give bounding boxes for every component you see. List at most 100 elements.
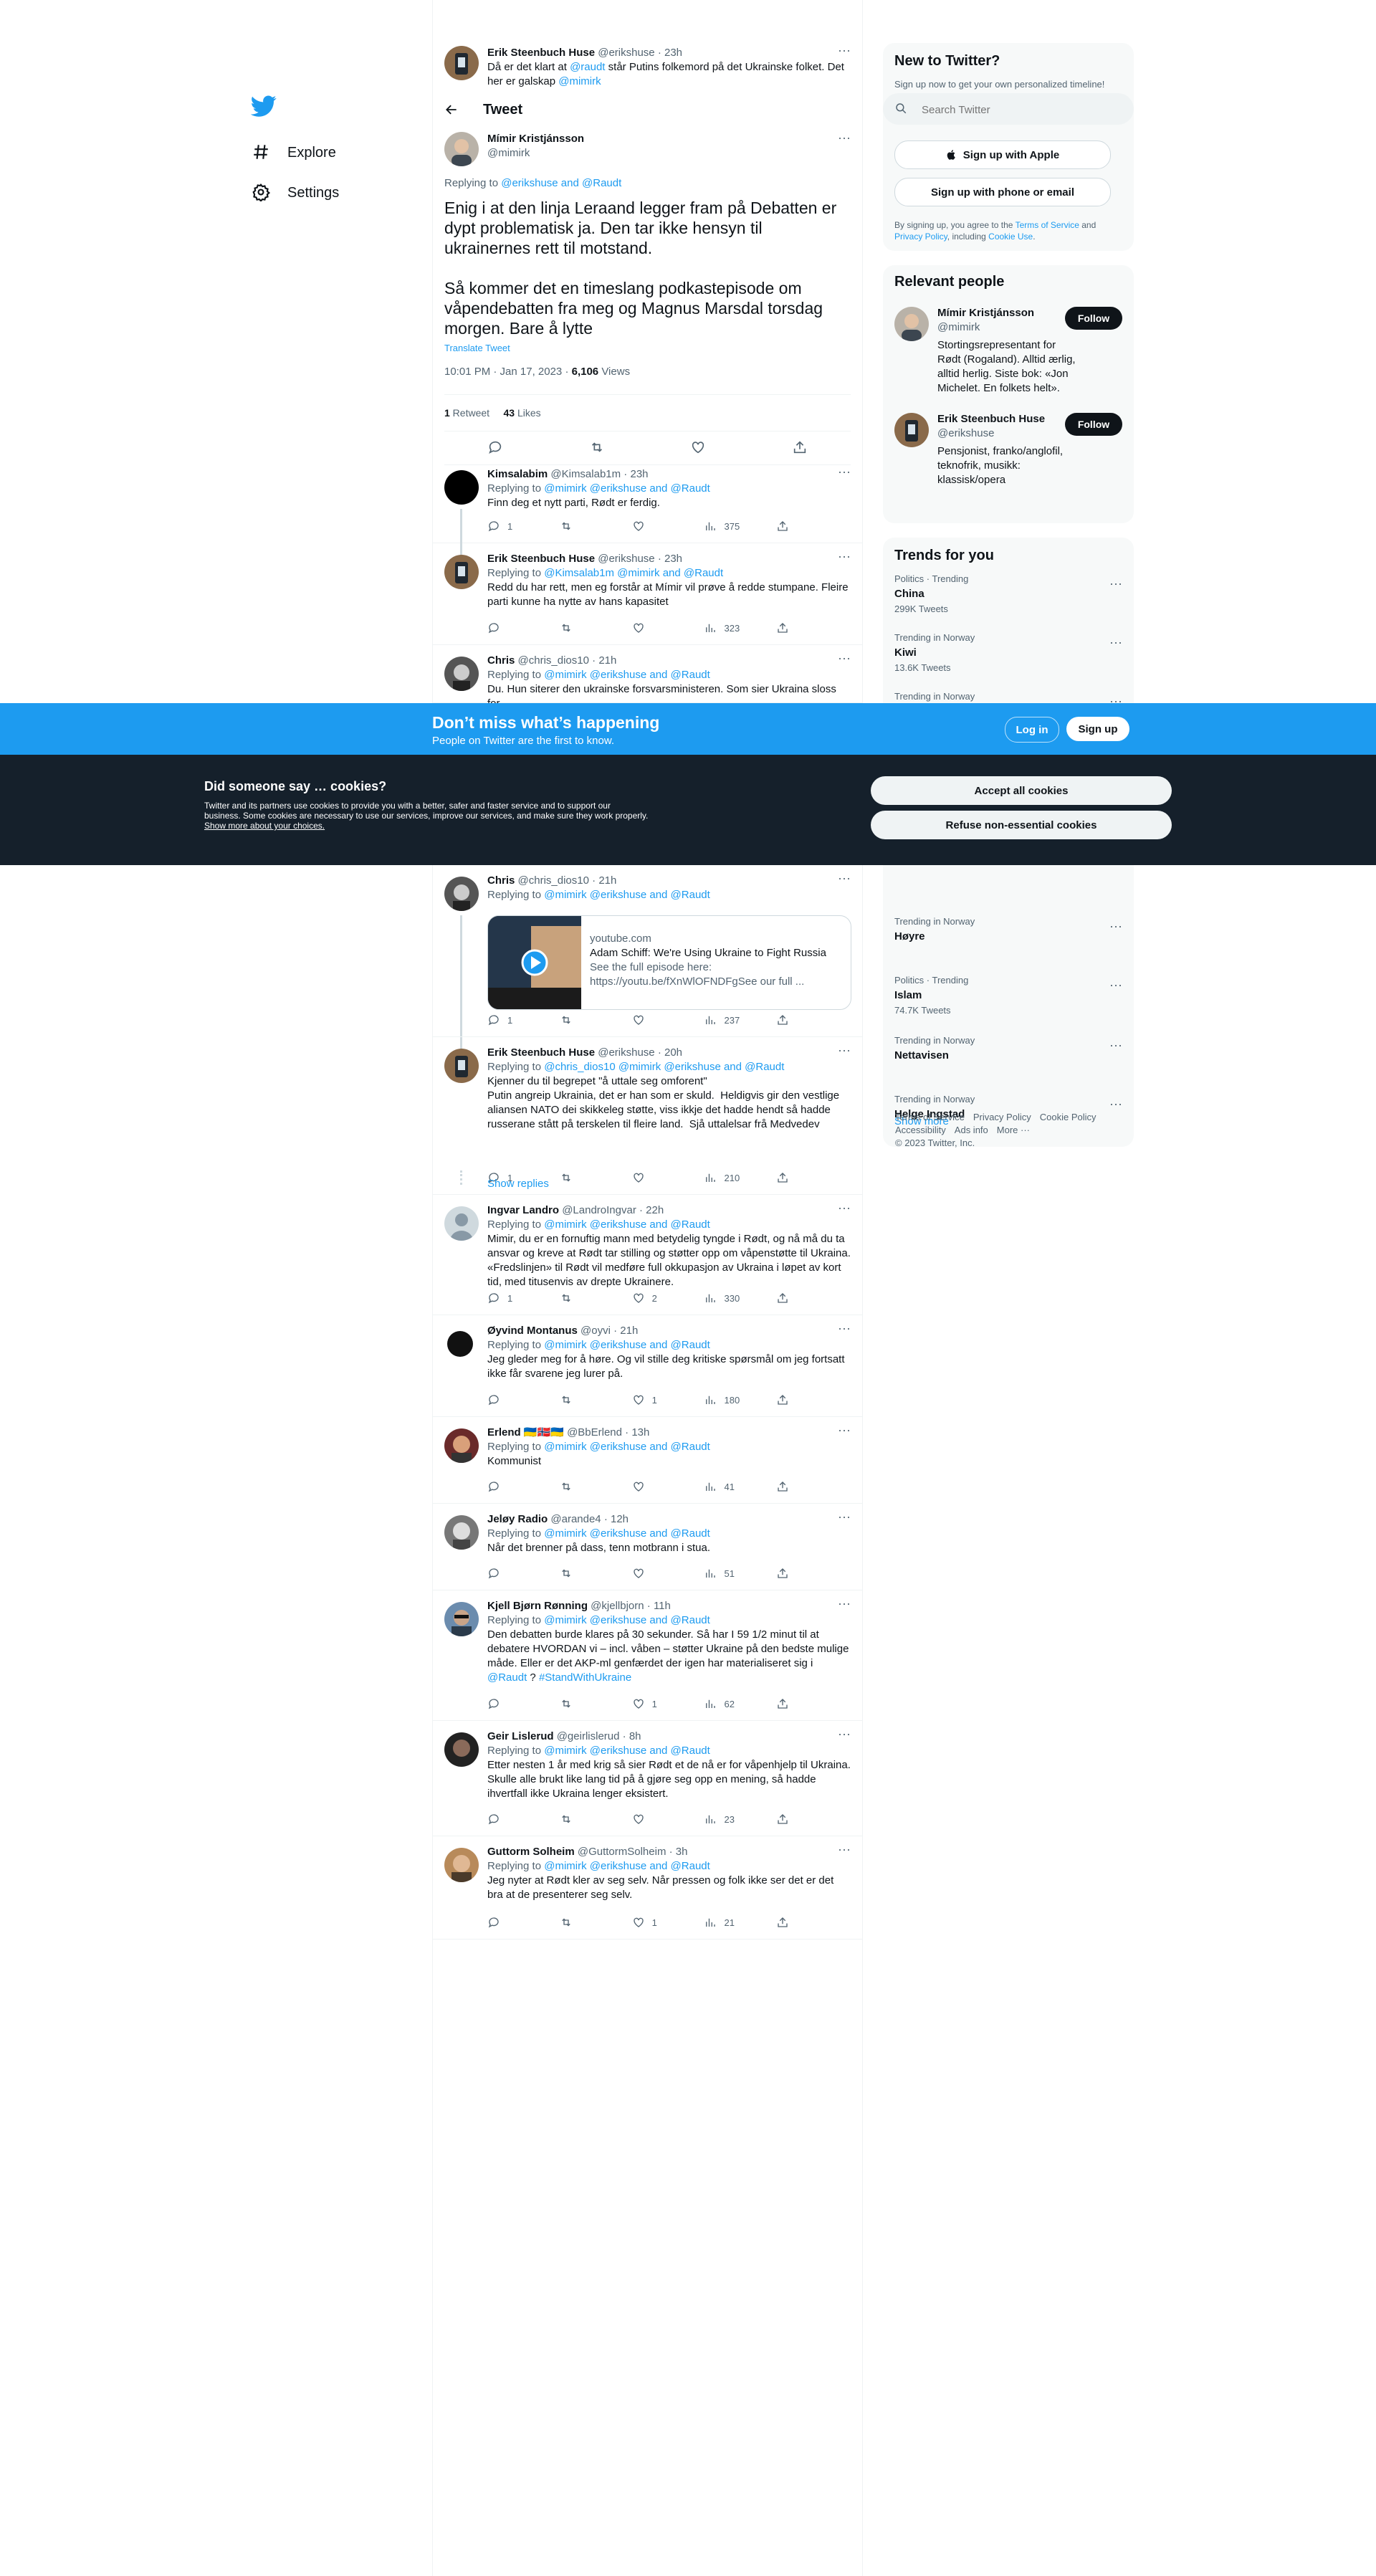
- reply-action[interactable]: [487, 1393, 560, 1407]
- reply-action[interactable]: 1: [487, 1013, 560, 1027]
- avatar[interactable]: [444, 1049, 479, 1083]
- reply-action[interactable]: [487, 1479, 560, 1494]
- author-name[interactable]: Erik Steenbuch Huse: [487, 553, 595, 565]
- translate-tweet-link[interactable]: Translate Tweet: [444, 343, 510, 353]
- more-icon[interactable]: ···: [836, 1201, 852, 1218]
- avatar[interactable]: [894, 307, 929, 341]
- views-action[interactable]: 21: [704, 1915, 776, 1929]
- retweet-action[interactable]: [560, 1566, 632, 1580]
- more-icon[interactable]: ···: [836, 1044, 852, 1060]
- like-action[interactable]: [632, 621, 704, 635]
- video-thumbnail[interactable]: [488, 916, 581, 1009]
- replying-to-link[interactable]: @mimirk @erikshuse and @Raudt: [544, 1441, 710, 1453]
- author-handle[interactable]: @erikshuse: [598, 1046, 654, 1059]
- show-replies-link[interactable]: Show replies: [487, 1178, 549, 1190]
- author-name[interactable]: Chris: [487, 874, 515, 887]
- more-icon[interactable]: ···: [836, 550, 852, 566]
- trend-item[interactable]: Trending in Norway Høyre ···: [883, 909, 1134, 966]
- tweet-time[interactable]: 23h: [664, 47, 682, 59]
- author-handle[interactable]: @chris_dios10: [518, 874, 589, 887]
- reply-tweet[interactable]: Øyvind Montanus @oyvi · 21h Replying to …: [433, 1315, 862, 1417]
- share-action[interactable]: [776, 519, 803, 533]
- reply-action[interactable]: [487, 1812, 560, 1826]
- avatar[interactable]: [444, 470, 479, 505]
- views-action[interactable]: 375: [704, 519, 776, 533]
- retweet-action[interactable]: [560, 621, 632, 635]
- retweets-stat[interactable]: 1 Retweet: [444, 407, 489, 419]
- trend-item[interactable]: Politics · Trending China 299K Tweets ··…: [883, 566, 1134, 624]
- author-name[interactable]: Mímir Kristjánsson: [487, 133, 584, 145]
- tweet-time[interactable]: 23h: [630, 468, 648, 480]
- privacy-link[interactable]: Privacy Policy: [894, 232, 947, 242]
- share-action[interactable]: [776, 1566, 803, 1580]
- replying-to-link[interactable]: @mimirk @erikshuse and @Raudt: [544, 1745, 710, 1757]
- author-name[interactable]: Kjell Bjørn Rønning: [487, 1600, 588, 1612]
- avatar[interactable]: [444, 1602, 479, 1636]
- retweet-action[interactable]: [560, 1170, 632, 1185]
- accept-cookies-button[interactable]: Accept all cookies: [871, 776, 1172, 805]
- reply-tweet[interactable]: Erik Steenbuch Huse @erikshuse · 20h Rep…: [433, 1037, 862, 1195]
- author-handle[interactable]: @chris_dios10: [518, 654, 589, 667]
- nav-settings[interactable]: Settings: [247, 173, 434, 213]
- share-action[interactable]: [776, 1393, 803, 1407]
- relevant-person[interactable]: Erik Steenbuch Huse @erikshuse Pensjonis…: [883, 413, 1134, 486]
- avatar[interactable]: [444, 1206, 479, 1241]
- like-action[interactable]: 1: [632, 1697, 704, 1711]
- reply-action[interactable]: 1: [487, 519, 560, 533]
- follow-button[interactable]: Follow: [1065, 307, 1122, 330]
- share-action[interactable]: [776, 621, 803, 635]
- avatar[interactable]: [444, 877, 479, 911]
- refuse-cookies-button[interactable]: Refuse non-essential cookies: [871, 811, 1172, 839]
- avatar[interactable]: [444, 1515, 479, 1550]
- person-handle[interactable]: @erikshuse: [937, 427, 994, 439]
- retweet-action[interactable]: [560, 1291, 632, 1305]
- like-action[interactable]: [632, 1479, 704, 1494]
- author-name[interactable]: Jeløy Radio: [487, 1513, 548, 1525]
- sign-up-button[interactable]: Sign up: [1066, 717, 1129, 741]
- tweet-time[interactable]: 21h: [598, 874, 616, 887]
- author-handle[interactable]: @geirlislerud: [557, 1730, 620, 1742]
- reply-tweet[interactable]: Erlend 🇺🇦🇳🇴🇺🇦 @BbErlend · 13h Replying t…: [433, 1417, 862, 1504]
- reply-action[interactable]: [487, 621, 560, 635]
- avatar[interactable]: [444, 555, 479, 589]
- author-handle[interactable]: @Kimsalab1m: [550, 468, 621, 480]
- replying-to-link[interactable]: @chris_dios10 @mimirk @erikshuse and @Ra…: [544, 1061, 784, 1073]
- avatar[interactable]: [444, 1327, 479, 1361]
- more-icon[interactable]: ···: [1108, 1039, 1124, 1055]
- reply-tweet[interactable]: Ingvar Landro @LandroIngvar · 22h Replyi…: [433, 1195, 862, 1315]
- mention-link[interactable]: @raudt: [570, 61, 605, 73]
- more-icon[interactable]: ···: [836, 44, 852, 60]
- tweet-time[interactable]: 8h: [629, 1730, 641, 1742]
- like-icon[interactable]: [690, 439, 706, 455]
- share-action[interactable]: [776, 1170, 803, 1185]
- link-card[interactable]: youtube.com Adam Schiff: We're Using Ukr…: [487, 915, 851, 1010]
- author-name[interactable]: Kimsalabim: [487, 468, 548, 480]
- like-action[interactable]: 1: [632, 1915, 704, 1929]
- retweet-icon[interactable]: [589, 439, 605, 455]
- sign-up-phone-email-button[interactable]: Sign up with phone or email: [894, 178, 1111, 206]
- retweet-action[interactable]: [560, 1013, 632, 1027]
- cookie-use-link[interactable]: Cookie Use: [988, 232, 1033, 242]
- retweet-action[interactable]: [560, 1479, 632, 1494]
- tweet-time[interactable]: 21h: [620, 1325, 638, 1337]
- replying-to-link[interactable]: @mimirk @erikshuse and @Raudt: [544, 1614, 710, 1626]
- reply-action[interactable]: [487, 1915, 560, 1929]
- trend-item[interactable]: Trending in Norway Nettavisen ···: [883, 1028, 1134, 1085]
- footer-link[interactable]: More ···: [997, 1125, 1030, 1135]
- mention-link[interactable]: @mimirk: [558, 75, 601, 87]
- retweet-action[interactable]: [560, 1812, 632, 1826]
- hashtag-link[interactable]: #StandWithUkraine: [539, 1671, 631, 1684]
- footer-link[interactable]: Ads info: [955, 1125, 988, 1135]
- trend-item[interactable]: Trending in Norway Kiwi 13.6K Tweets ···: [883, 625, 1134, 682]
- more-icon[interactable]: ···: [836, 1597, 852, 1613]
- more-icon[interactable]: ···: [836, 652, 852, 668]
- tweet-time[interactable]: 23h: [664, 553, 682, 565]
- like-action[interactable]: [632, 519, 704, 533]
- reply-action[interactable]: [487, 1566, 560, 1580]
- replying-to-link[interactable]: @mimirk @erikshuse and @Raudt: [544, 889, 710, 901]
- author-handle[interactable]: @GuttormSolheim: [578, 1846, 666, 1858]
- replying-to-link[interactable]: @mimirk @erikshuse and @Raudt: [544, 1860, 710, 1872]
- author-handle[interactable]: @erikshuse: [598, 47, 654, 59]
- reply-tweet[interactable]: Kjell Bjørn Rønning @kjellbjorn · 11h Re…: [433, 1590, 862, 1721]
- parent-tweet[interactable]: Erik Steenbuch Huse @erikshuse · 23h Då …: [433, 36, 862, 100]
